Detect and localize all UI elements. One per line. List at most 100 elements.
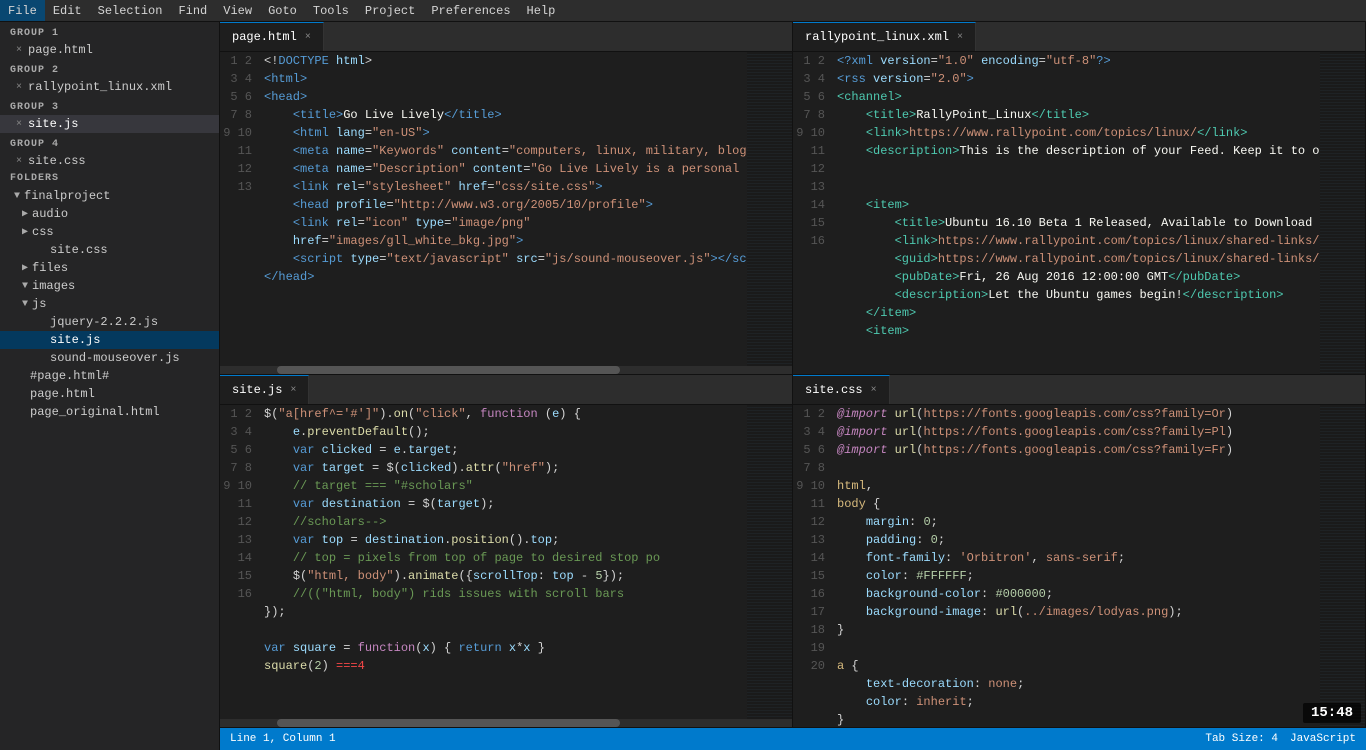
tree-audio[interactable]: ▶audio <box>0 205 219 223</box>
code-content-3[interactable]: $("a[href^='#']").on("click", function (… <box>260 405 747 719</box>
close-icon[interactable]: × <box>16 45 22 56</box>
tree-jquery[interactable]: jquery-2.2.2.js <box>0 313 219 331</box>
scrollbar-h-1[interactable] <box>220 366 792 374</box>
code-area-1[interactable]: 1 2 3 4 5 6 7 8 9 10 11 12 13 <!DOCTYPE … <box>220 52 792 366</box>
arrow-icon: ▼ <box>22 281 28 292</box>
tab-site-css[interactable]: site.css × <box>793 375 890 404</box>
arrow-icon <box>34 245 46 256</box>
spacer <box>14 371 26 382</box>
panel-site-css: site.css × 1 2 3 4 5 6 7 8 9 10 11 12 13… <box>793 375 1366 728</box>
group3-header: GROUP 3 <box>0 96 219 115</box>
cursor-position: Line 1, Column 1 <box>230 733 336 745</box>
sidebar-item-page-html[interactable]: × page.html <box>0 41 219 59</box>
group2-header: GROUP 2 <box>0 59 219 78</box>
arrow-icon: ▶ <box>22 226 28 238</box>
tab-bar-2: rallypoint_linux.xml × <box>793 22 1365 52</box>
spacer <box>34 335 46 346</box>
spacer <box>14 407 26 418</box>
arrow-icon: ▶ <box>22 262 28 274</box>
main-layout: GROUP 1 × page.html GROUP 2 × rallypoint… <box>0 22 1366 750</box>
tab-site-js[interactable]: site.js × <box>220 375 309 404</box>
language-mode: JavaScript <box>1290 733 1356 745</box>
menu-goto[interactable]: Goto <box>260 0 305 21</box>
statusbar: Line 1, Column 1 Tab Size: 4 JavaScript <box>220 728 1366 750</box>
code-content-2[interactable]: <?xml version="1.0" encoding="utf-8"?> <… <box>833 52 1320 374</box>
spacer <box>34 353 46 364</box>
menu-file[interactable]: File <box>0 0 45 21</box>
minimap-1 <box>747 52 792 366</box>
close-icon[interactable]: × <box>16 156 22 167</box>
menu-help[interactable]: Help <box>519 0 564 21</box>
sidebar-label: site.js <box>28 117 78 131</box>
spacer <box>14 389 26 400</box>
tab-close-icon[interactable]: × <box>290 385 296 396</box>
panel-rallypoint: rallypoint_linux.xml × 1 2 3 4 5 6 7 8 9… <box>793 22 1366 375</box>
tree-page-html-hash[interactable]: #page.html# <box>0 367 219 385</box>
scrollbar-h-3[interactable] <box>220 719 792 727</box>
tab-label: rallypoint_linux.xml <box>805 30 949 44</box>
code-content-4[interactable]: @import url(https://fonts.googleapis.com… <box>833 405 1320 727</box>
tree-page-html[interactable]: page.html <box>0 385 219 403</box>
line-numbers-3: 1 2 3 4 5 6 7 8 9 10 11 12 13 14 15 16 <box>220 405 260 719</box>
menu-find[interactable]: Find <box>170 0 215 21</box>
sidebar-label: site.css <box>28 154 86 168</box>
menu-selection[interactable]: Selection <box>90 0 171 21</box>
tab-bar-1: page.html × <box>220 22 792 52</box>
panel-site-js: site.js × 1 2 3 4 5 6 7 8 9 10 11 12 13 … <box>220 375 793 728</box>
arrow-icon: ▼ <box>22 299 28 310</box>
tree-site-css-file[interactable]: site.css <box>0 241 219 259</box>
tree-sound-mouseover[interactable]: sound-mouseover.js <box>0 349 219 367</box>
minimap-2 <box>1320 52 1365 374</box>
tree-js[interactable]: ▼js <box>0 295 219 313</box>
tab-page-html[interactable]: page.html × <box>220 22 324 51</box>
arrow-icon: ▶ <box>22 208 28 220</box>
tab-label: site.js <box>232 383 282 397</box>
menu-view[interactable]: View <box>215 0 260 21</box>
tree-images[interactable]: ▼images <box>0 277 219 295</box>
tree-site-js-file[interactable]: site.js <box>0 331 219 349</box>
code-area-3[interactable]: 1 2 3 4 5 6 7 8 9 10 11 12 13 14 15 16 $… <box>220 405 792 719</box>
menu-project[interactable]: Project <box>357 0 423 21</box>
sidebar-item-site-js[interactable]: × site.js <box>0 115 219 133</box>
code-area-2[interactable]: 1 2 3 4 5 6 7 8 9 10 11 12 13 14 15 16 <… <box>793 52 1365 374</box>
tab-bar-4: site.css × <box>793 375 1365 405</box>
line-numbers-1: 1 2 3 4 5 6 7 8 9 10 11 12 13 <box>220 52 260 366</box>
editor-area: page.html × 1 2 3 4 5 6 7 8 9 10 11 12 1… <box>220 22 1366 750</box>
editor-grid: page.html × 1 2 3 4 5 6 7 8 9 10 11 12 1… <box>220 22 1366 728</box>
statusbar-right: Tab Size: 4 JavaScript <box>1205 733 1356 745</box>
tab-rallypoint[interactable]: rallypoint_linux.xml × <box>793 22 976 51</box>
arrow-icon: ▼ <box>14 191 20 202</box>
close-icon[interactable]: × <box>16 82 22 93</box>
tab-label: page.html <box>232 30 297 44</box>
group4-header: GROUP 4 <box>0 133 219 152</box>
minimap-4 <box>1320 405 1365 727</box>
tree-css[interactable]: ▶css <box>0 223 219 241</box>
menu-preferences[interactable]: Preferences <box>423 0 518 21</box>
close-icon[interactable]: × <box>16 119 22 130</box>
line-numbers-4: 1 2 3 4 5 6 7 8 9 10 11 12 13 14 15 16 1… <box>793 405 833 727</box>
sidebar-label: page.html <box>28 43 93 57</box>
statusbar-left: Line 1, Column 1 <box>230 733 336 745</box>
code-area-4[interactable]: 1 2 3 4 5 6 7 8 9 10 11 12 13 14 15 16 1… <box>793 405 1365 727</box>
tab-size: Tab Size: 4 <box>1205 733 1278 745</box>
sidebar-item-rallypoint[interactable]: × rallypoint_linux.xml <box>0 78 219 96</box>
tab-close-icon[interactable]: × <box>871 385 877 396</box>
sidebar-item-site-css[interactable]: × site.css <box>0 152 219 170</box>
menu-tools[interactable]: Tools <box>305 0 357 21</box>
tree-page-original[interactable]: page_original.html <box>0 403 219 421</box>
tree-files[interactable]: ▶files <box>0 259 219 277</box>
tab-bar-3: site.js × <box>220 375 792 405</box>
line-numbers-2: 1 2 3 4 5 6 7 8 9 10 11 12 13 14 15 16 <box>793 52 833 374</box>
menu-edit[interactable]: Edit <box>45 0 90 21</box>
sidebar-label: rallypoint_linux.xml <box>28 80 172 94</box>
clock-badge: 15:48 <box>1303 703 1361 723</box>
group1-header: GROUP 1 <box>0 22 219 41</box>
spacer <box>34 317 46 328</box>
code-content-1[interactable]: <!DOCTYPE html> <html> <head> <title>Go … <box>260 52 747 366</box>
tab-close-icon[interactable]: × <box>957 32 963 43</box>
sidebar: GROUP 1 × page.html GROUP 2 × rallypoint… <box>0 22 220 750</box>
tree-finalproject[interactable]: ▼finalproject <box>0 187 219 205</box>
folders-label: FOLDERS <box>0 170 219 187</box>
tab-close-icon[interactable]: × <box>305 32 311 43</box>
menubar: File Edit Selection Find View Goto Tools… <box>0 0 1366 22</box>
